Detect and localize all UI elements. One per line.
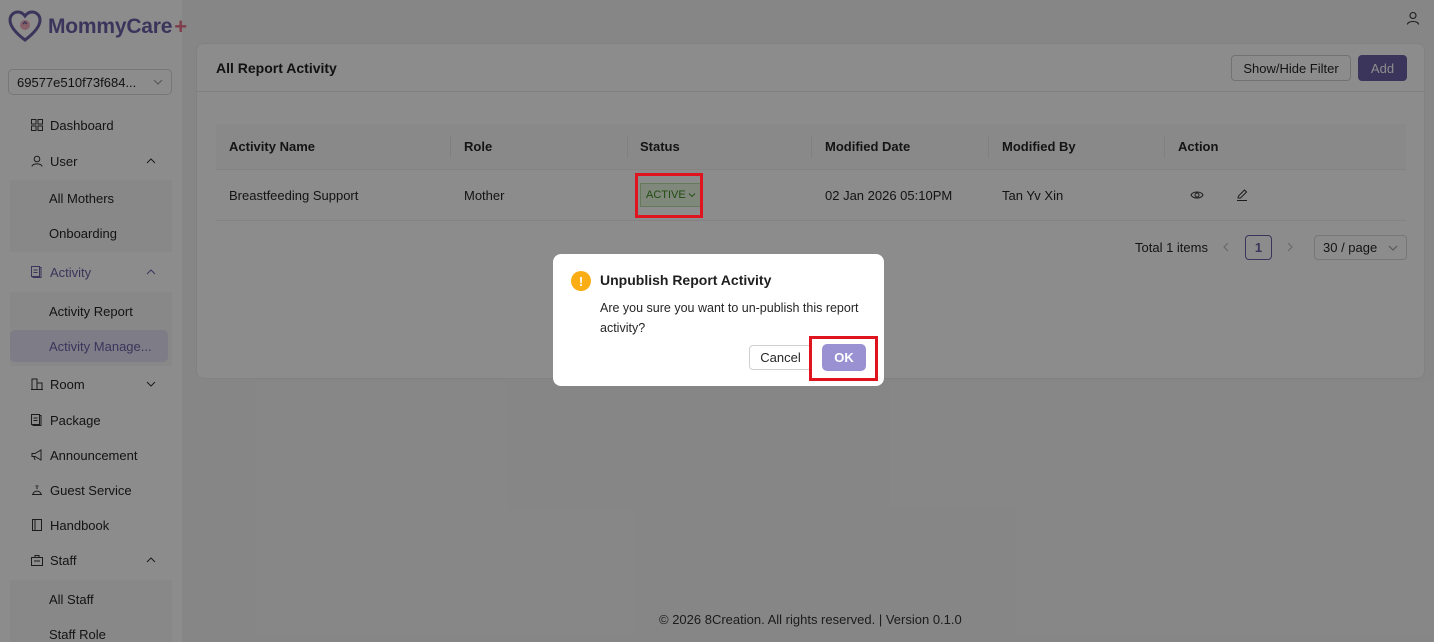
status-highlight-box bbox=[635, 173, 703, 218]
dialog-title: Unpublish Report Activity bbox=[600, 272, 772, 288]
dialog-message: Are you sure you want to un-publish this… bbox=[600, 301, 859, 335]
ok-highlight-box bbox=[809, 336, 878, 381]
cancel-button[interactable]: Cancel bbox=[749, 345, 812, 370]
warning-icon: ! bbox=[571, 271, 591, 291]
